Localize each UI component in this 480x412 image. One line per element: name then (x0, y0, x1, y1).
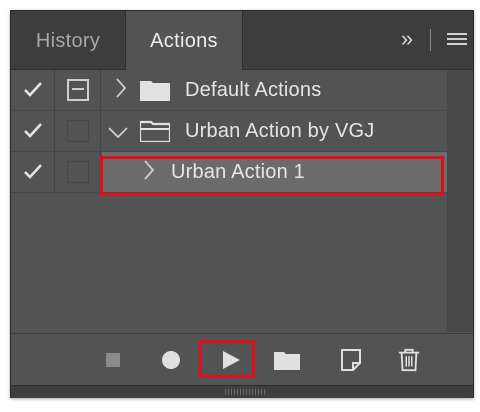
actions-list: Default Actions Urban Action by VGJ Urba… (11, 70, 447, 332)
toggle-dialog-on-off[interactable] (55, 152, 101, 192)
tab-bar-divider (430, 29, 431, 51)
hamburger-menu-icon[interactable] (447, 33, 467, 47)
double-chevron-right-icon[interactable]: » (394, 25, 420, 53)
tab-history[interactable]: History (11, 11, 125, 69)
action-set-label: Default Actions (185, 79, 322, 101)
action-row-urban-action-by-vgj[interactable]: Urban Action by VGJ (11, 111, 447, 152)
chevron-right-icon[interactable] (115, 77, 127, 105)
action-set-label: Urban Action by VGJ (185, 120, 375, 142)
stop-icon[interactable] (101, 348, 125, 372)
chevron-down-icon[interactable] (107, 123, 129, 146)
scrollbar-track[interactable] (447, 70, 473, 332)
toggle-item-on-off[interactable] (11, 70, 55, 110)
toggle-dialog-on-off[interactable] (55, 111, 101, 151)
toggle-item-on-off[interactable] (11, 152, 55, 192)
panel-tab-bar: History Actions » (11, 11, 473, 70)
tab-actions[interactable]: Actions (125, 11, 243, 70)
annotation-highlight-play-button (199, 340, 255, 378)
annotation-highlight-selected-action (100, 156, 444, 196)
action-row-default-actions[interactable]: Default Actions (11, 70, 447, 111)
dialog-icon (67, 79, 89, 101)
checkmark-icon (24, 123, 42, 138)
grip-dots (225, 389, 265, 395)
panel-resize-grip[interactable] (11, 385, 473, 398)
checkmark-icon (24, 82, 42, 97)
new-set-folder-icon[interactable] (273, 348, 301, 372)
new-action-icon[interactable] (339, 348, 363, 372)
folder-open-icon (140, 120, 170, 142)
record-icon[interactable] (159, 348, 183, 372)
toggle-item-on-off[interactable] (11, 111, 55, 151)
dialog-toggle-empty (67, 161, 89, 183)
dialog-toggle-empty (67, 120, 89, 142)
checkmark-icon (24, 164, 42, 179)
trash-icon[interactable] (397, 348, 421, 372)
folder-icon (140, 81, 170, 101)
toggle-dialog-on-off[interactable] (55, 70, 101, 110)
